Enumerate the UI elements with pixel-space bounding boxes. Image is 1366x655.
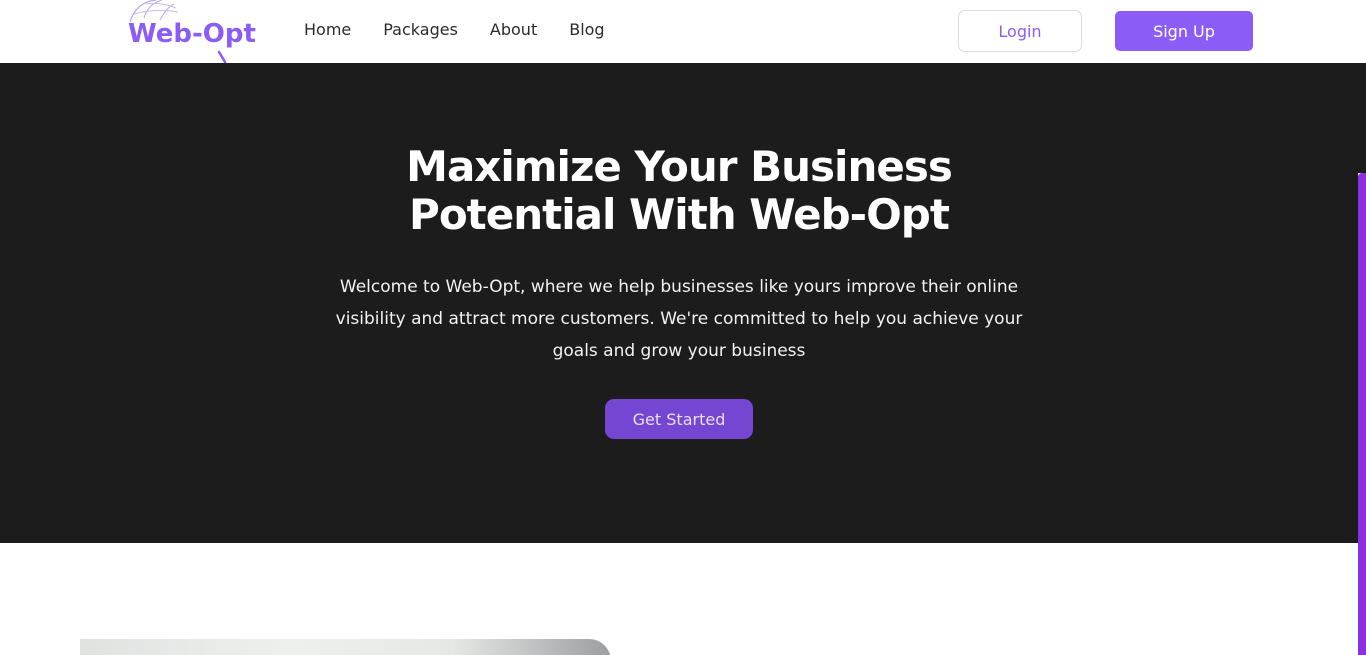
hero-title-line-1: Maximize Your Business — [406, 142, 953, 191]
hero-title-line-2: Potential With Web-Opt — [409, 190, 950, 239]
nav-item-blog[interactable]: Blog — [569, 20, 604, 40]
site-header: Web-Opt Home Packages About Blog Login S… — [0, 0, 1366, 63]
logo[interactable]: Web-Opt — [126, 0, 262, 63]
get-started-button[interactable]: Get Started — [605, 399, 753, 439]
feature-image — [80, 639, 611, 655]
hero-text-line-1: Welcome to Web-Opt, where we help busine… — [339, 277, 1019, 297]
main-nav: Home Packages About Blog — [304, 20, 637, 40]
login-button[interactable]: Login — [958, 10, 1082, 52]
scrollbar-thumb[interactable] — [1358, 173, 1366, 655]
nav-item-packages[interactable]: Packages — [383, 20, 458, 40]
hero-description: Welcome to Web-Opt, where we help busine… — [309, 271, 1049, 367]
hero-section: Maximize Your Business Potential With We… — [0, 63, 1358, 543]
page: Web-Opt Home Packages About Blog Login S… — [0, 0, 1366, 655]
signup-button[interactable]: Sign Up — [1115, 11, 1253, 51]
hero-text-line-2: visibility and attract more customers. W… — [335, 309, 1023, 329]
hero-text-line-3: goals and grow your business — [552, 341, 806, 361]
nav-item-about[interactable]: About — [490, 20, 537, 40]
hero-title: Maximize Your Business Potential With We… — [300, 143, 1058, 239]
scrollbar-top-region — [1358, 63, 1366, 173]
logo-text: Web-Opt — [128, 19, 256, 49]
nav-item-home[interactable]: Home — [304, 20, 351, 40]
